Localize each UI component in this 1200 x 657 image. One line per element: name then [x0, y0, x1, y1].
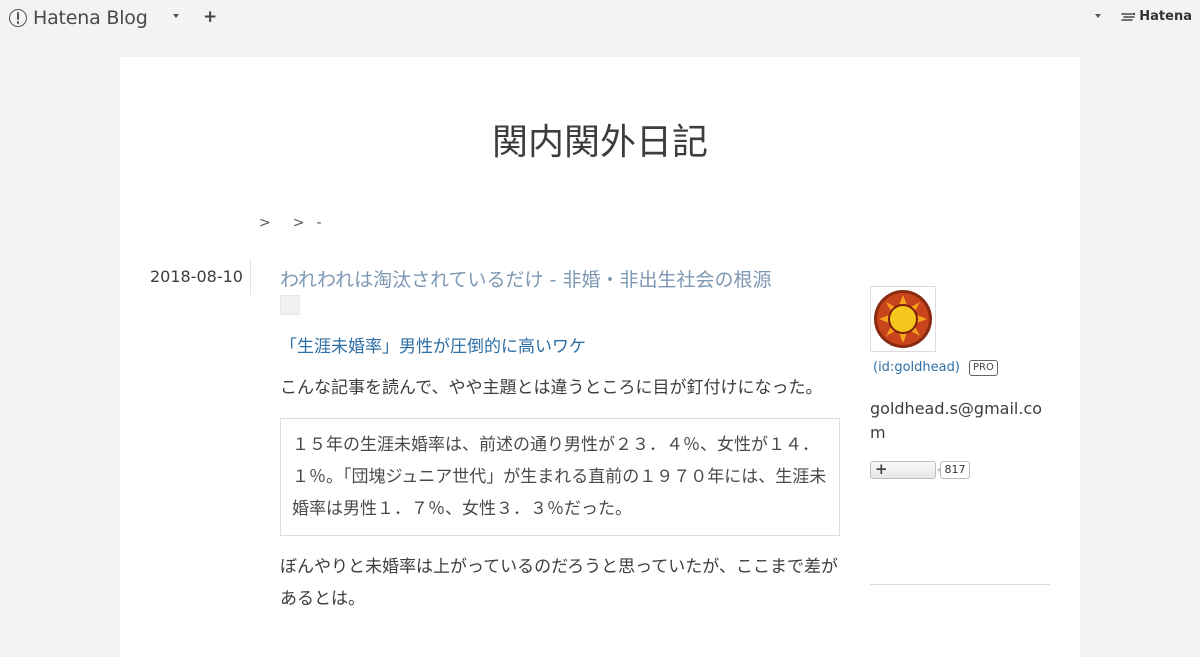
entry-title[interactable]: われわれは淘汰されているだけ - 非婚・非出生社会の根源	[280, 265, 771, 292]
hatena-blog-logo-text: Hatena Blog	[33, 7, 148, 29]
blog-title[interactable]: 関内関外日記	[120, 113, 1080, 165]
user-menu-caret-icon[interactable]	[1095, 14, 1101, 18]
follower-count[interactable]: 817	[937, 461, 970, 479]
date-divider	[250, 259, 251, 295]
breadcrumb: > > -	[259, 215, 322, 231]
follow-plus-icon: +	[875, 460, 888, 478]
breadcrumb-separator: -	[316, 215, 322, 231]
blog-menu-caret-icon[interactable]	[173, 14, 179, 18]
blog-container: 関内関外日記 > > - 2018-08-10 われわれは淘汰されているだけ -…	[120, 57, 1080, 657]
follow-button[interactable]: +	[870, 460, 936, 479]
entry-paragraph: ぼんやりと未婚率は上がっているのだろうと思っていたが、ここまで差があるとは。	[280, 557, 838, 609]
hatena-logo-text: Hatena	[1139, 9, 1192, 24]
breadcrumb-separator: >	[259, 215, 271, 231]
global-header: Hatena Blog + Hatena	[0, 0, 1200, 38]
pro-badge[interactable]: PRO	[969, 360, 998, 376]
entry-date[interactable]: 2018-08-10	[150, 267, 243, 286]
hatena-blog-logo-icon	[9, 9, 27, 27]
hatena-logo-link[interactable]: Hatena	[1120, 9, 1192, 24]
breadcrumb-separator: >	[292, 215, 305, 231]
entry-paragraph: こんな記事を読んで、やや主題とは違うところに目が釘付けになった。	[280, 378, 823, 398]
hatena-blog-logo[interactable]: Hatena Blog	[9, 6, 148, 30]
entry-blockquote: １５年の生涯未婚率は、前述の通り男性が２３．４％、女性が１４．１％。「団塊ジュニ…	[280, 418, 840, 536]
sidebar-divider	[870, 584, 1050, 585]
hatena-star-placeholder[interactable]	[280, 295, 300, 315]
author-email: goldhead.s@gmail.com	[870, 399, 1043, 442]
author-id-link[interactable]: (id:goldhead)	[873, 360, 960, 375]
sun-avatar-icon	[874, 290, 932, 348]
new-entry-plus-button[interactable]: +	[203, 6, 217, 28]
cited-article-link[interactable]: 「生涯未婚率」男性が圧倒的に高いワケ	[280, 332, 586, 357]
author-avatar[interactable]	[870, 286, 936, 352]
hatena-swirl-icon	[1121, 12, 1136, 21]
